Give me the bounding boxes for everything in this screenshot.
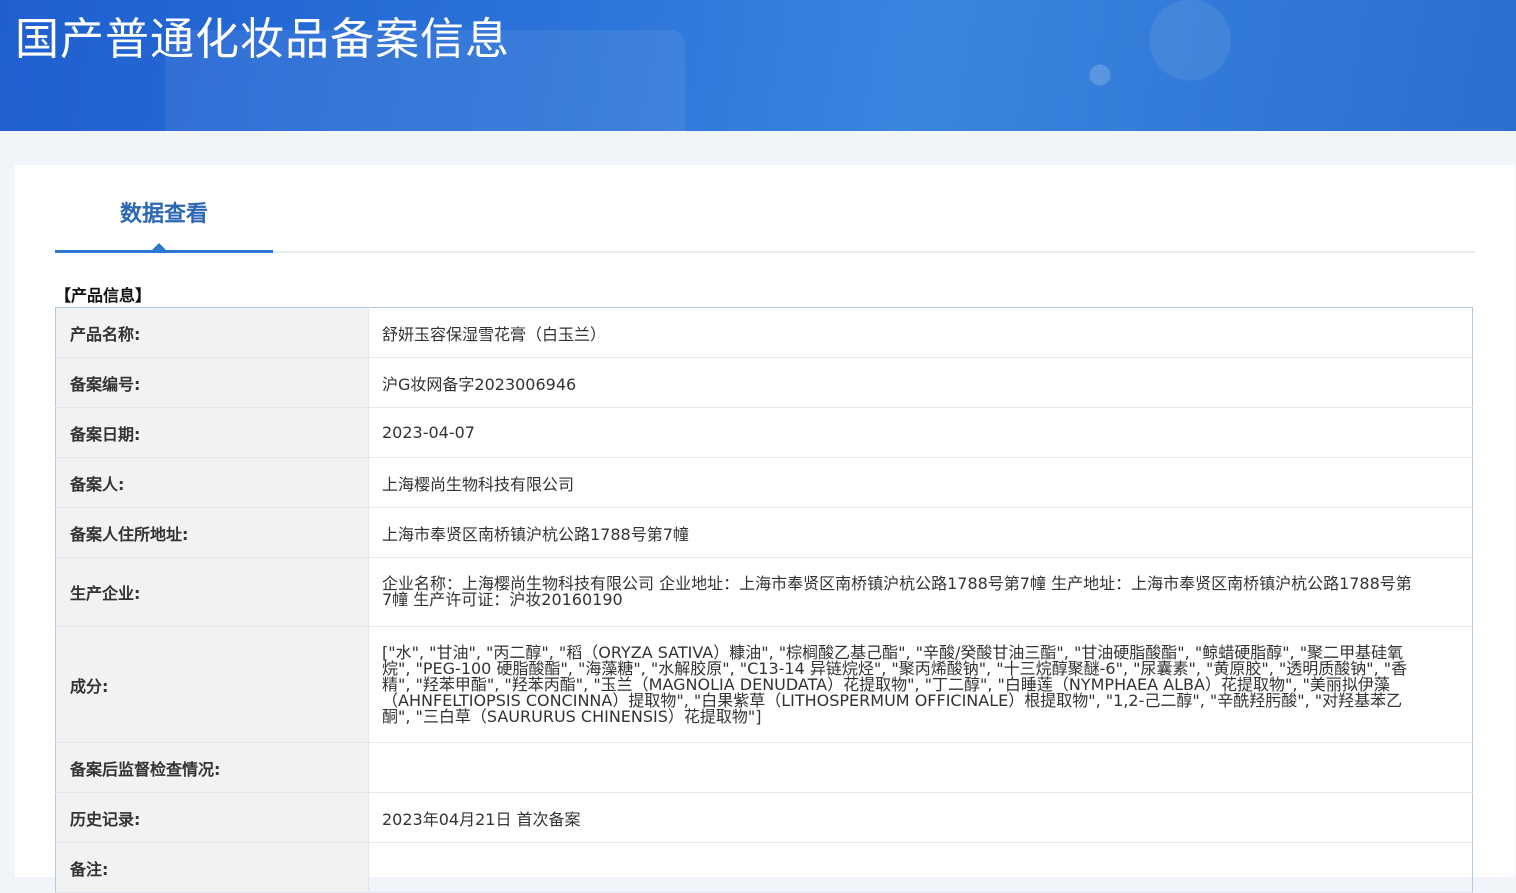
row-label: 历史记录:: [55, 792, 369, 843]
table-row-record-number: 备案编号: 沪G妆网备字2023006946: [55, 357, 1473, 408]
row-value: 沪G妆网备字2023006946: [368, 357, 1473, 408]
section-title-product-info: 【产品信息】: [55, 286, 152, 305]
content-panel: 数据查看 【产品信息】 产品名称: 舒妍玉容保湿雪花膏（白玉兰） 备案编号: 沪…: [15, 165, 1515, 893]
row-label: 产品名称:: [55, 307, 369, 358]
row-value: ["水", "甘油", "丙二醇", "稻（ORYZA SATIVA）糠油", …: [368, 626, 1473, 743]
row-label: 备案编号:: [55, 357, 369, 408]
row-label: 备案人:: [55, 457, 369, 508]
row-value: 企业名称：上海樱尚生物科技有限公司 企业地址：上海市奉贤区南桥镇沪杭公路1788…: [368, 557, 1473, 627]
table-row-manufacturer: 生产企业: 企业名称：上海樱尚生物科技有限公司 企业地址：上海市奉贤区南桥镇沪杭…: [55, 557, 1473, 627]
row-value: 舒妍玉容保湿雪花膏（白玉兰）: [368, 307, 1473, 358]
table-row-ingredients: 成分: ["水", "甘油", "丙二醇", "稻（ORYZA SATIVA）糠…: [55, 626, 1473, 743]
tab-data-view[interactable]: 数据查看: [55, 195, 273, 253]
tab-active-underline: [55, 250, 273, 253]
table-row-product-name: 产品名称: 舒妍玉容保湿雪花膏（白玉兰）: [55, 307, 1473, 358]
row-value: 2023-04-07: [368, 407, 1473, 458]
row-label: 备案日期:: [55, 407, 369, 458]
row-label: 备注:: [55, 842, 369, 893]
table-row-registrant: 备案人: 上海樱尚生物科技有限公司: [55, 457, 1473, 508]
product-info-table: 产品名称: 舒妍玉容保湿雪花膏（白玉兰） 备案编号: 沪G妆网备字2023006…: [55, 307, 1473, 893]
page-title: 国产普通化妆品备案信息: [15, 14, 510, 65]
row-label: 成分:: [55, 626, 369, 743]
tab-bar: 数据查看: [55, 195, 1475, 253]
table-row-record-date: 备案日期: 2023-04-07: [55, 407, 1473, 458]
row-value: [368, 842, 1473, 893]
table-row-history: 历史记录: 2023年04月21日 首次备案: [55, 792, 1473, 843]
banner-decoration-circles: [1060, 0, 1516, 131]
row-label: 生产企业:: [55, 557, 369, 627]
row-label: 备案后监督检查情况:: [55, 742, 369, 793]
table-row-registrant-address: 备案人住所地址: 上海市奉贤区南桥镇沪杭公路1788号第7幢: [55, 507, 1473, 558]
row-label: 备案人住所地址:: [55, 507, 369, 558]
row-value: 上海市奉贤区南桥镇沪杭公路1788号第7幢: [368, 507, 1473, 558]
row-value: [368, 742, 1473, 793]
table-row-remarks: 备注:: [55, 842, 1473, 893]
tab-data-view-label: 数据查看: [119, 202, 208, 227]
tab-active-caret-icon: [152, 243, 166, 250]
row-value: 上海樱尚生物科技有限公司: [368, 457, 1473, 508]
table-row-post-inspection: 备案后监督检查情况:: [55, 742, 1473, 793]
header-banner: 国产普通化妆品备案信息: [0, 0, 1516, 131]
row-value: 2023年04月21日 首次备案: [368, 792, 1473, 843]
